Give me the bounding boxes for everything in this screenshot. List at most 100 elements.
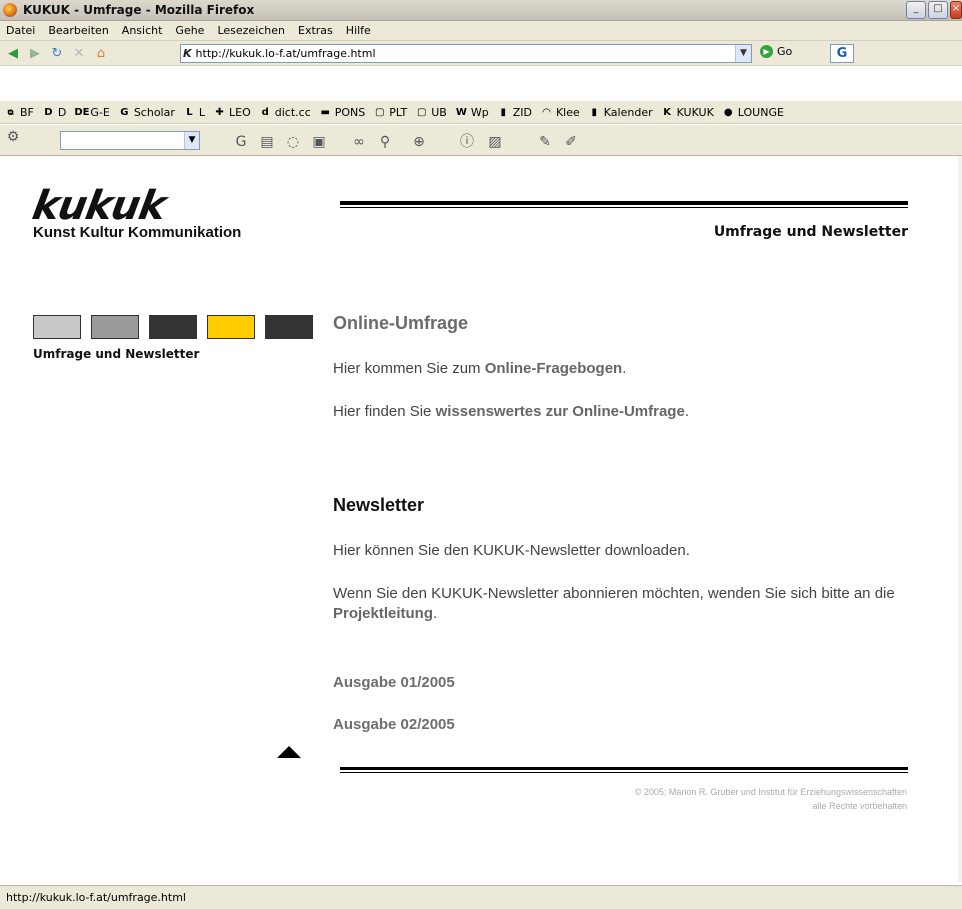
issue-01-2005-link[interactable]: Ausgabe 01/2005 [333,674,455,691]
bookmark-icon[interactable]: ▣ [310,133,328,151]
bookmark-label: Kalender [603,105,653,119]
bookmark-ub[interactable]: ▢ UB [411,106,451,119]
online-umfrage-heading: Online-Umfrage [333,313,469,333]
info-icon[interactable]: ⓘ [458,133,476,151]
pen-icon[interactable]: ✎ [536,133,554,151]
online-p2-end: . [684,403,689,420]
wikipedia-icon: W [455,106,467,118]
address-bar[interactable]: K http://kukuk.lo-f.at/umfrage.html ▼ [180,44,752,63]
firefox-icon [3,3,17,17]
scroll-to-top-icon[interactable] [277,746,301,758]
swatch-2[interactable] [91,315,139,339]
bookmark-kukuk[interactable]: K KUKUK [657,106,718,119]
footer-divider-thin [340,772,908,773]
bookmark-wp[interactable]: W Wp [451,106,493,119]
swatch-3[interactable] [149,315,197,339]
google-icon[interactable]: G [232,133,250,151]
online-p1-end: . [622,360,627,377]
maximize-button[interactable]: □ [928,1,948,19]
page-icon: ▢ [417,106,427,118]
reload-icon[interactable]: ↻ [48,44,66,62]
bookmark-leo[interactable]: ✚ LEO [209,106,255,119]
bookmark-label: G-E [90,105,110,119]
window-title: KUKUK - Umfrage - Mozilla Firefox [23,3,255,17]
menu-lesezeichen[interactable]: Lesezeichen [211,24,292,37]
back-icon[interactable]: ◀ [4,44,22,62]
sidebar-label[interactable]: Umfrage und Newsletter [33,347,199,361]
window-titlebar: KUKUK - Umfrage - Mozilla Firefox _ □ × [0,0,962,21]
pons-icon: ▬ [320,106,330,118]
bookmark-dict-cc[interactable]: d dict.cc [255,106,315,119]
duden-icon: D [44,106,53,118]
forward-icon[interactable]: ▶ [26,44,44,62]
highlighter-icon[interactable]: ✐ [562,133,580,151]
menu-gehe[interactable]: Gehe [169,24,211,37]
bookmark-zid[interactable]: ▮ ZID [493,106,536,119]
copyright-line-1: © 2005; Marion R. Gruber und Institut fü… [634,787,907,797]
address-text[interactable]: http://kukuk.lo-f.at/umfrage.html [196,47,376,60]
status-bar: http://kukuk.lo-f.at/umfrage.html [0,885,962,909]
klee-icon: ◠ [542,106,551,118]
newsletter-paragraph-1: Hier können Sie den KUKUK-Newsletter dow… [333,542,690,559]
bf-icon: ᴓ [7,106,14,118]
bookmarks-toolbar: ᴓ BF D D DE G-E G Scholar L L ✚ LEO d dict.cc ▬ PONS ▢ PL… [0,101,962,124]
bookmark-label: dict.cc [274,105,311,119]
calendar-icon: ▮ [591,106,598,118]
bookmark-plt[interactable]: ▢ PLT [369,106,411,119]
folder-icon[interactable]: ▨ [486,133,504,151]
zoom-icon[interactable]: ⊕ [410,133,428,151]
menu-hilfe[interactable]: Hilfe [340,24,378,37]
online-paragraph-1: Hier kommen Sie zum Online-Fragebogen. [333,359,933,379]
bookmark-bf[interactable]: ᴓ BF [0,106,38,119]
bookmark-lounge[interactable]: ● LOUNGE [718,106,788,119]
issue-02-2005-link[interactable]: Ausgabe 02/2005 [333,716,455,733]
search-dropdown-icon[interactable]: ▼ [184,132,199,149]
bookmark-kalender[interactable]: ▮ Kalender [584,106,657,119]
bookmark-scholar[interactable]: G Scholar [114,106,179,119]
color-swatches [33,315,313,339]
settings-icon[interactable]: ⚙ [4,128,22,146]
close-button[interactable]: × [950,1,962,19]
news-p2-text: Wenn Sie den KUKUK-Newsletter abonnieren… [333,585,895,602]
dict-icon: DE [74,106,90,118]
home-icon[interactable]: ⌂ [92,44,110,62]
toolbar-search-input[interactable]: ▼ [60,131,200,150]
bookmark-label: PLT [389,105,408,119]
bookmark-label: D [57,105,67,119]
google-search-icon[interactable]: G [830,44,854,63]
binoculars-icon[interactable]: ∞ [350,133,368,151]
document-icon[interactable]: ▤ [258,133,276,151]
menu-extras[interactable]: Extras [292,24,340,37]
menu-bearbeiten[interactable]: Bearbeiten [42,24,115,37]
swatch-5[interactable] [265,315,313,339]
online-p1-text: Hier kommen Sie zum [333,360,485,377]
online-p2-text: Hier finden Sie [333,403,436,420]
address-dropdown-icon[interactable]: ▼ [735,45,751,62]
online-fragebogen-link[interactable]: Online-Fragebogen [485,360,623,377]
go-button[interactable]: ▶ Go [760,45,792,58]
bookmark-label: LEO [229,105,251,119]
bookmark-label: PONS [334,105,366,119]
wissenswertes-link[interactable]: wissenswertes zur Online-Umfrage [436,403,685,420]
copyright-line-2: alle Rechte vorbehalten [812,801,907,811]
swatch-1[interactable] [33,315,81,339]
newsletter-paragraph-2: Wenn Sie den KUKUK-Newsletter abonnieren… [333,584,923,624]
search-icon[interactable]: ⚲ [376,133,394,151]
bookmark-pons[interactable]: ▬ PONS [315,106,370,119]
bookmark-d[interactable]: DD [38,106,70,119]
menu-bar: Datei Bearbeiten Ansicht Gehe Lesezeiche… [0,21,962,41]
stop-icon[interactable]: ✕ [70,44,88,62]
comment-icon[interactable]: ◌ [284,133,302,151]
page-scrollbar[interactable] [958,156,962,882]
menu-datei[interactable]: Datei [0,24,42,37]
bookmark-g-e[interactable]: DE G-E [70,106,113,119]
bookmark-klee[interactable]: ◠ Klee [536,106,584,119]
minimize-button[interactable]: _ [906,1,926,19]
langenscheidt-icon: L [186,106,193,118]
swatch-4[interactable] [207,315,255,339]
kukuk-logo[interactable]: kukuk [29,183,169,229]
menu-ansicht[interactable]: Ansicht [116,24,170,37]
google-icon: G [120,106,129,118]
projektleitung-link[interactable]: Projektleitung [333,605,433,622]
bookmark-l[interactable]: LL [179,106,209,119]
